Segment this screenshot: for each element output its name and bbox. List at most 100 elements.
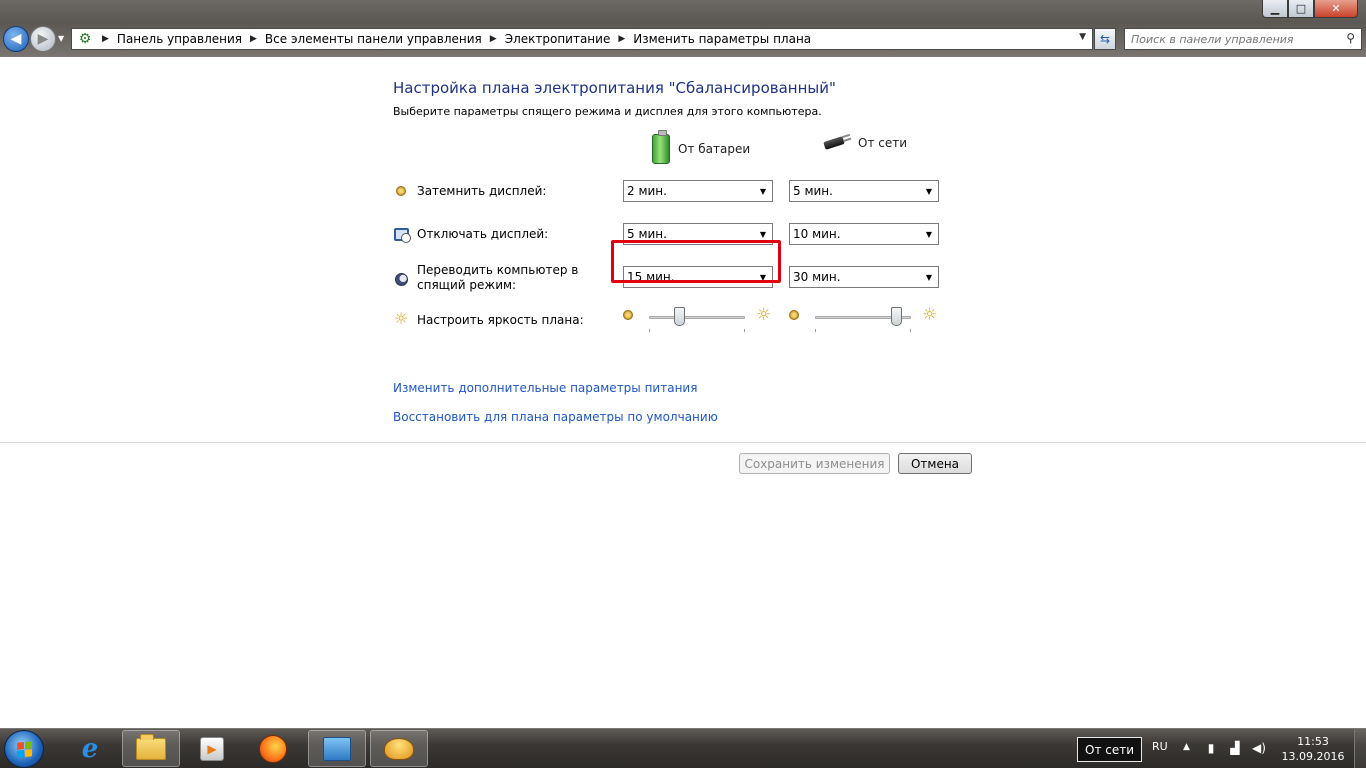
taskbar-app-button[interactable]: [370, 730, 428, 767]
media-player-icon: ▶: [200, 736, 224, 761]
column-header-battery-label: От батареи: [678, 142, 751, 156]
breadcrumb-separator-icon[interactable]: ▶: [246, 34, 261, 44]
restore-defaults-link[interactable]: Восстановить для плана параметры по умол…: [393, 410, 718, 424]
back-button[interactable]: ◀: [3, 26, 29, 52]
setting-row-brightness: ☼ Настроить яркость плана: ☼ ☼: [393, 307, 953, 337]
taskbar-control-panel-button[interactable]: [308, 730, 366, 767]
column-header-battery: От батареи: [652, 130, 751, 164]
maximize-button[interactable]: □: [1288, 0, 1314, 18]
setting-label: Переводить компьютер в спящий режим:: [417, 263, 579, 292]
taskbar-explorer-button[interactable]: [122, 730, 180, 767]
breadcrumb-separator-icon[interactable]: ▶: [486, 34, 501, 44]
address-dropdown-icon[interactable]: ▼: [1079, 32, 1086, 42]
window-controls: ▁ □ ✕: [1262, 0, 1358, 18]
clock-time: 11:53: [1297, 735, 1329, 748]
dropdown-arrow-icon: ▼: [759, 272, 767, 282]
main-content: Настройка плана электропитания "Сбаланси…: [0, 57, 1366, 728]
battery-tray-icon[interactable]: ▮: [1204, 741, 1218, 755]
dropdown-arrow-icon: ▼: [759, 229, 767, 239]
dim-display-icon: [393, 183, 409, 199]
dropdown-arrow-icon: ▼: [925, 186, 933, 196]
column-header-ac-label: От сети: [858, 136, 908, 150]
select-value: 5 мин.: [793, 184, 833, 198]
sleep-ac-select[interactable]: 30 мин. ▼: [789, 266, 939, 288]
dropdown-arrow-icon: ▼: [925, 272, 933, 282]
dropdown-arrow-icon: ▼: [925, 229, 933, 239]
turn-off-display-battery-select[interactable]: 5 мин. ▼: [623, 223, 773, 245]
refresh-button[interactable]: ⇆: [1094, 28, 1116, 50]
brightness-ac-slider[interactable]: ☼: [785, 307, 945, 337]
power-tooltip: От сети: [1077, 737, 1143, 762]
slider-thumb[interactable]: [674, 307, 686, 326]
dim-display-battery-select[interactable]: 2 мин. ▼: [623, 180, 773, 202]
start-button[interactable]: [4, 730, 44, 768]
setting-row-turn-off-display: Отключать дисплей: 5 мин. ▼ 10 мин. ▼: [393, 223, 953, 253]
select-value: 10 мин.: [793, 227, 841, 241]
sleep-battery-select[interactable]: 15 мин. ▼: [623, 266, 773, 288]
brightness-icon: ☼: [393, 309, 409, 328]
slider-track[interactable]: [649, 316, 745, 319]
breadcrumb-edit-plan[interactable]: Изменить параметры плана: [633, 32, 811, 46]
network-signal-icon[interactable]: ▟: [1228, 741, 1242, 755]
arrow-right-icon: ▶: [37, 31, 49, 47]
brightness-low-icon: [789, 310, 799, 320]
dim-display-ac-select[interactable]: 5 мин. ▼: [789, 180, 939, 202]
monitor-clock-icon: [393, 226, 411, 243]
setting-label: Отключать дисплей:: [417, 227, 549, 241]
forward-button[interactable]: ▶: [30, 26, 56, 52]
refresh-icon: ⇆: [1099, 32, 1111, 46]
taskbar-firefox-button[interactable]: [244, 730, 302, 767]
internet-explorer-icon: e: [81, 733, 99, 764]
cancel-button[interactable]: Отмена: [898, 453, 972, 474]
breadcrumb-power-options[interactable]: Электропитание: [505, 32, 611, 46]
battery-icon: [652, 130, 670, 164]
search-icon[interactable]: ⚲: [1346, 31, 1355, 45]
page-title: Настройка плана электропитания "Сбаланси…: [393, 79, 836, 97]
firefox-icon: [259, 734, 287, 763]
windows-logo-icon: [16, 740, 32, 758]
taskbar-ie-button[interactable]: e: [61, 730, 119, 767]
breadcrumb-control-panel[interactable]: Панель управления: [117, 32, 242, 46]
page-subtitle: Выберите параметры спящего режима и дисп…: [393, 105, 822, 118]
divider: [0, 442, 1366, 443]
breadcrumb-separator-icon[interactable]: ▶: [98, 34, 113, 44]
window-titlebar: ▁ □ ✕ ◀ ▶ ▼ ⚙ ▶ Панель управления ▶ Все …: [0, 0, 1366, 57]
recent-pages-dropdown[interactable]: ▼: [58, 34, 64, 43]
slider-ticks: [649, 329, 745, 332]
breadcrumb-all-items[interactable]: Все элементы панели управления: [265, 32, 482, 46]
minimize-button[interactable]: ▁: [1262, 0, 1288, 18]
arrow-left-icon: ◀: [10, 31, 22, 47]
select-value: 5 мин.: [627, 227, 667, 241]
address-bar[interactable]: ⚙ ▶ Панель управления ▶ Все элементы пан…: [71, 28, 1093, 50]
moon-icon: [393, 271, 409, 287]
control-panel-icon: ⚙: [78, 31, 92, 47]
clock[interactable]: 11:53 13.09.2016: [1280, 734, 1346, 764]
control-panel-icon: [323, 736, 351, 761]
brightness-high-icon: ☼: [756, 305, 772, 325]
turn-off-display-ac-select[interactable]: 10 мин. ▼: [789, 223, 939, 245]
advanced-power-settings-link[interactable]: Изменить дополнительные параметры питани…: [393, 381, 697, 395]
column-header-ac: От сети: [818, 134, 907, 152]
show-hidden-icons-icon[interactable]: ▲: [1183, 742, 1190, 752]
power-plug-icon: [818, 134, 850, 152]
save-changes-button[interactable]: Сохранить изменения: [739, 453, 890, 474]
language-indicator[interactable]: RU: [1152, 740, 1168, 753]
setting-label: Настроить яркость плана:: [417, 313, 584, 327]
select-value: 2 мин.: [627, 184, 667, 198]
taskbar: e ▶ От сети RU ▲ ▮ ▟ ◀) 11:53 13.09.2016: [0, 728, 1366, 768]
brightness-battery-slider[interactable]: ☼: [619, 307, 779, 337]
folder-icon: [136, 733, 166, 760]
app-icon: [384, 737, 414, 760]
search-input[interactable]: [1131, 32, 1331, 46]
select-value: 30 мин.: [793, 270, 841, 284]
dropdown-arrow-icon: ▼: [759, 186, 767, 196]
breadcrumb-separator-icon[interactable]: ▶: [614, 34, 629, 44]
search-box[interactable]: ⚲: [1124, 28, 1362, 50]
show-desktop-button[interactable]: [1354, 729, 1366, 768]
taskbar-media-player-button[interactable]: ▶: [183, 730, 241, 767]
clock-date: 13.09.2016: [1281, 750, 1345, 763]
brightness-high-icon: ☼: [922, 305, 938, 325]
close-button[interactable]: ✕: [1314, 0, 1358, 18]
slider-thumb[interactable]: [891, 307, 903, 326]
volume-icon[interactable]: ◀): [1252, 741, 1266, 755]
